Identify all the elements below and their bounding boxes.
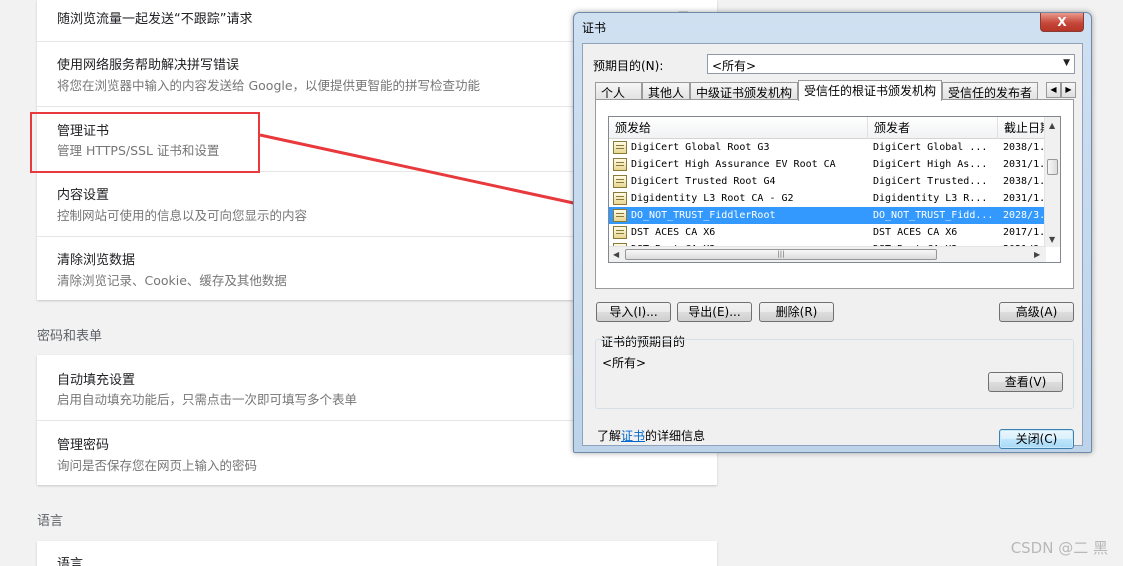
certificate-row[interactable]: DigiCert Global Root G3 DigiCert Global .… [609, 139, 1046, 156]
close-icon: X [1057, 15, 1067, 29]
scroll-thumb[interactable] [1047, 159, 1058, 175]
scroll-right-icon[interactable]: ▶ [1034, 250, 1040, 259]
cell-issued-by: DO_NOT_TRUST_Fidd... [873, 210, 994, 221]
certificate-row[interactable]: Digidentity L3 Root CA - G2 Digidentity L… [609, 190, 1046, 207]
cell-expiration: 2038/1. [1003, 176, 1045, 187]
certificate-icon [613, 141, 627, 154]
cell-expiration: 2031/1. [1003, 193, 1045, 204]
tab-trusted-root-ca[interactable]: 受信任的根证书颁发机构 [798, 80, 942, 101]
watermark: CSDN @二 黑 [1010, 539, 1108, 557]
vertical-scrollbar[interactable]: ▲ ▼ [1044, 117, 1060, 247]
cell-issued-by: DigiCert High As... [873, 159, 988, 170]
dialog-title: 证书 [582, 21, 607, 35]
cell-expiration: 2031/1. [1003, 159, 1045, 170]
tab-personal[interactable]: 个人 [595, 82, 642, 100]
cell-issued-to: DO_NOT_TRUST_FiddlerRoot [631, 210, 776, 221]
tab-scroll-right-icon[interactable]: ▶ [1061, 82, 1076, 98]
export-button[interactable]: 导出(E)... [677, 302, 752, 322]
purpose-select[interactable]: <所有> ▼ [707, 54, 1075, 74]
purposes-value: <所有> [602, 356, 647, 370]
cell-issued-by: DST ACES CA X6 [873, 227, 958, 238]
list-header: 颁发给 颁发者 截止日期 [609, 117, 1046, 139]
tab-intermediate-ca[interactable]: 中级证书颁发机构 [690, 82, 798, 100]
tab-panel: 颁发给 颁发者 截止日期 DigiCert Global Root G3Digi… [595, 99, 1074, 289]
import-button[interactable]: 导入(I)... [596, 302, 671, 322]
column-issued-to[interactable]: 颁发给 [609, 117, 868, 139]
column-issued-by[interactable]: 颁发者 [868, 117, 998, 139]
cell-expiration: 2028/3. [1003, 210, 1045, 221]
certificates-link[interactable]: 证书 [621, 429, 645, 443]
learn-suffix: 的详细信息 [645, 429, 706, 443]
view-button[interactable]: 查看(V) [988, 372, 1063, 392]
certificate-icon [613, 226, 627, 239]
learn-more-text: 了解证书的详细信息 [597, 427, 705, 444]
cell-issued-to: Digidentity L3 Root CA - G2 [631, 193, 794, 204]
cell-issued-by: DigiCert Trusted... [873, 176, 988, 187]
scroll-down-icon[interactable]: ▼ [1049, 235, 1055, 244]
remove-button[interactable]: 删除(R) [759, 302, 834, 322]
cell-issued-by: DigiCert Global ... [873, 142, 988, 153]
tab-trusted-publishers[interactable]: 受信任的发布者 [942, 82, 1038, 100]
certificate-row[interactable]: DO_NOT_TRUST_FiddlerRoot DO_NOT_TRUST_Fid… [609, 207, 1046, 224]
certificate-row[interactable]: DigiCert Trusted Root G4 DigiCert Trusted… [609, 173, 1046, 190]
close-button[interactable]: 关闭(C) [999, 429, 1074, 449]
cell-issued-to: DigiCert Trusted Root G4 [631, 176, 776, 187]
certificate-icon [613, 192, 627, 205]
cell-issued-to: DigiCert High Assurance EV Root CA [631, 159, 836, 170]
dialog-close-button[interactable]: X [1040, 13, 1084, 32]
certificates-dialog: 证书 X 预期目的(N): <所有> ▼ 个人 其他人 中级证书颁发机构 受信任… [573, 12, 1092, 453]
certificate-icon [613, 158, 627, 171]
purpose-value: <所有> [712, 59, 757, 73]
certificate-icon [613, 175, 627, 188]
purpose-label: 预期目的(N): [593, 59, 664, 73]
certificate-list[interactable]: 颁发给 颁发者 截止日期 DigiCert Global Root G3Digi… [608, 116, 1061, 263]
horizontal-scrollbar[interactable]: ◀ ||| ▶ [609, 246, 1046, 262]
cell-issued-by: Digidentity L3 R... [873, 193, 988, 204]
certificate-row[interactable]: DigiCert High Assurance EV Root CA DigiCe… [609, 156, 1046, 173]
advanced-button[interactable]: 高级(A) [999, 302, 1074, 322]
cell-issued-to: DST ACES CA X6 [631, 227, 716, 238]
cell-issued-to: DigiCert Global Root G3 [631, 142, 770, 153]
scroll-left-icon[interactable]: ◀ [613, 250, 619, 259]
purposes-group: <所有> 查看(V) [595, 339, 1074, 409]
tab-scroll-left-icon[interactable]: ◀ [1046, 82, 1061, 98]
cell-expiration: 2017/1. [1003, 227, 1045, 238]
certificate-row[interactable]: DST ACES CA X6 DST ACES CA X6 2017/1. [609, 224, 1046, 241]
scroll-up-icon[interactable]: ▲ [1049, 121, 1055, 130]
scroll-thumb[interactable]: ||| [625, 249, 937, 260]
learn-prefix: 了解 [597, 429, 622, 443]
column-expiration[interactable]: 截止日期 [998, 117, 1046, 139]
cell-expiration: 2038/1. [1003, 142, 1045, 153]
certificate-icon [613, 209, 627, 222]
tab-other-people[interactable]: 其他人 [642, 82, 690, 100]
chevron-down-icon: ▼ [1063, 58, 1070, 68]
dialog-body: 预期目的(N): <所有> ▼ 个人 其他人 中级证书颁发机构 受信任的根证书颁… [582, 43, 1083, 449]
